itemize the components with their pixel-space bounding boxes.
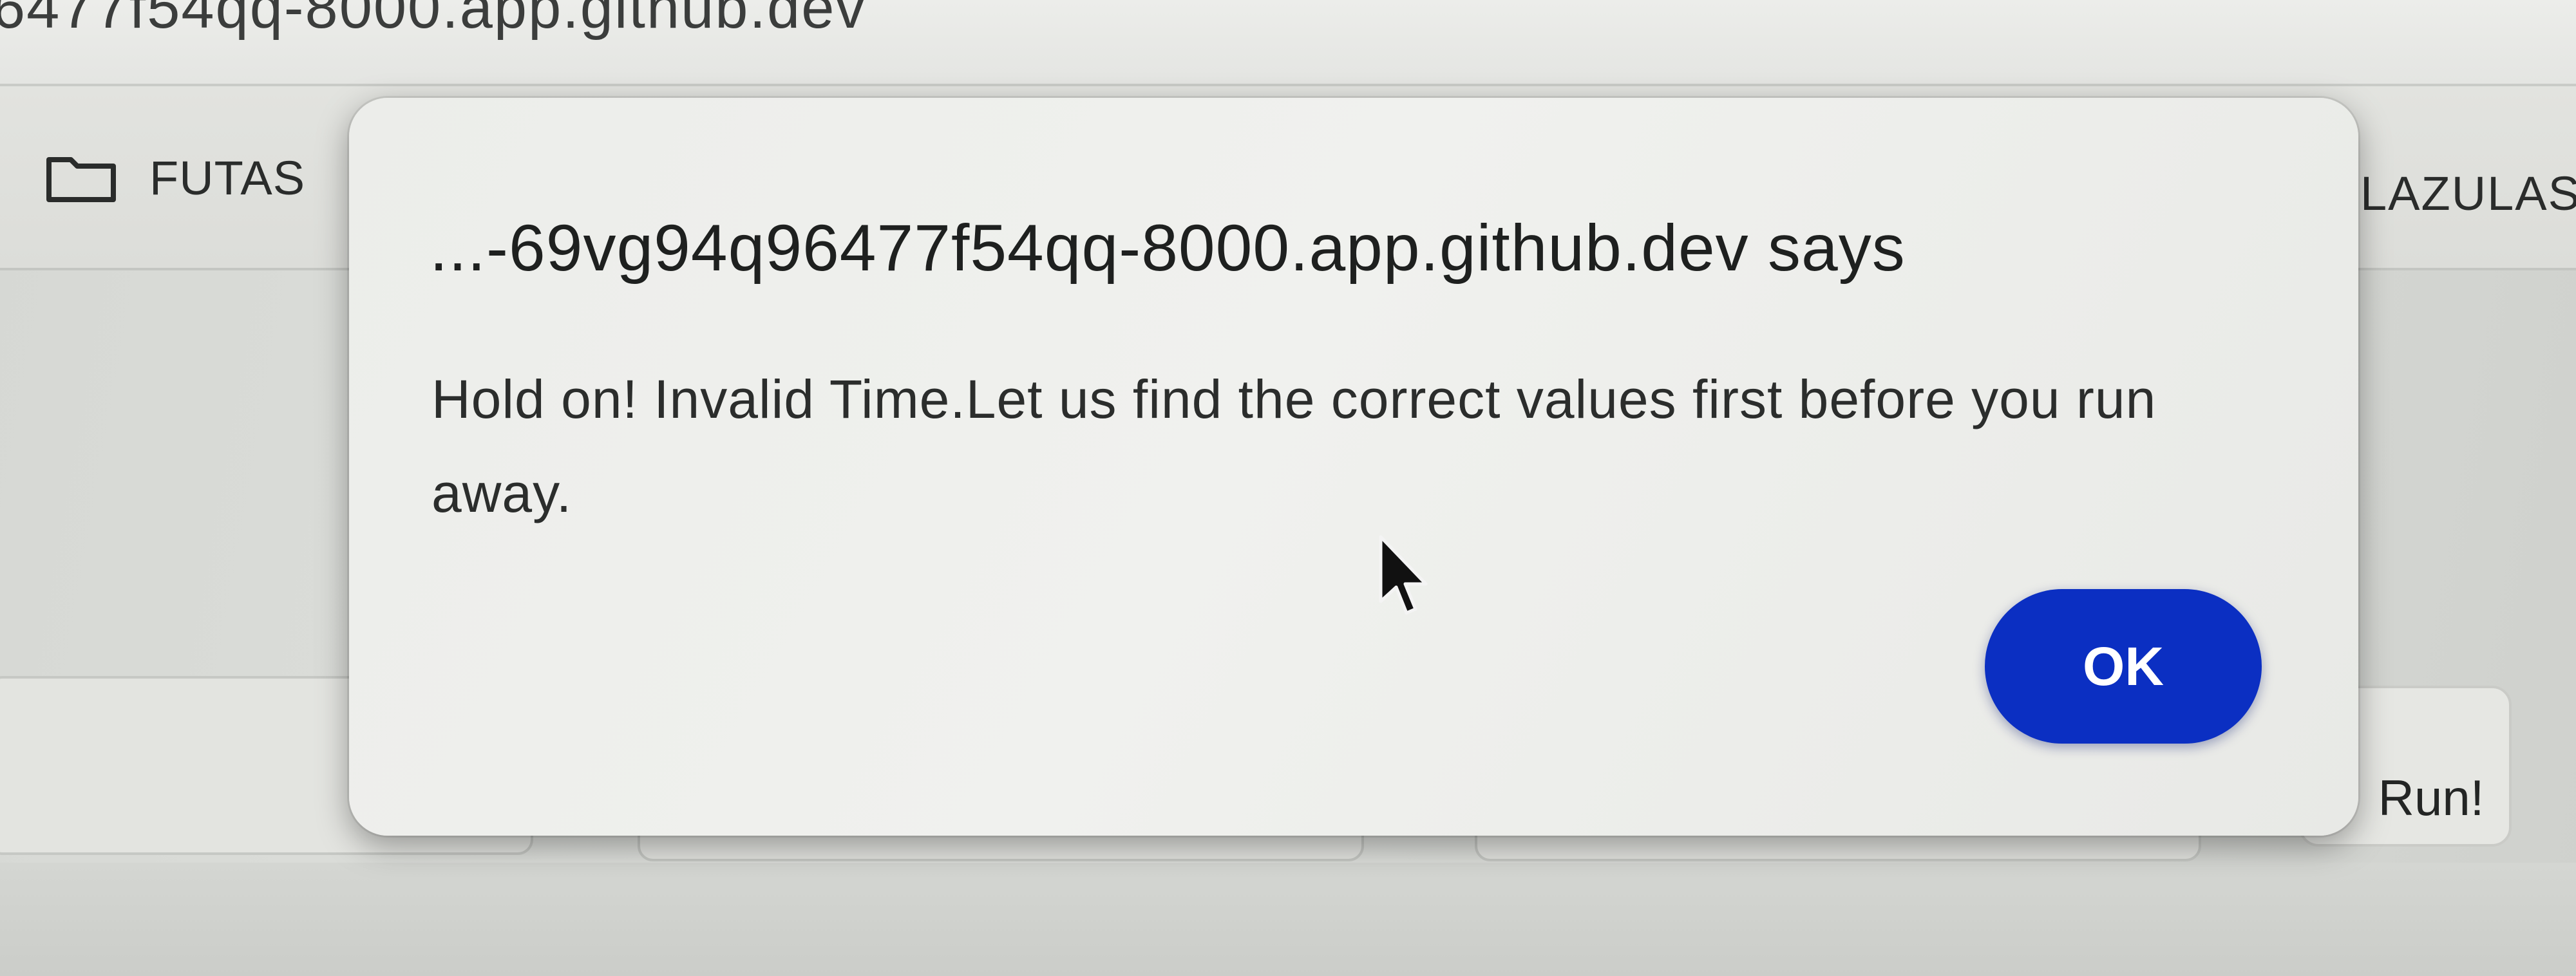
browser-window: 6477f54qq-8000.app.github.dev FUTAS LAZU… xyxy=(0,0,2576,976)
ok-button[interactable]: OK xyxy=(1985,589,2262,744)
address-bar[interactable]: 6477f54qq-8000.app.github.dev xyxy=(0,0,2576,86)
page-bottom-area xyxy=(0,863,2576,976)
folder-tab[interactable]: FUTAS xyxy=(45,151,305,205)
folder-tab-label: FUTAS xyxy=(149,151,306,205)
dialog-title: ...-69vg94q96477f54qq-8000.app.github.de… xyxy=(430,211,1906,285)
alert-dialog: ...-69vg94q96477f54qq-8000.app.github.de… xyxy=(349,98,2358,836)
url-text[interactable]: 6477f54qq-8000.app.github.dev xyxy=(0,0,866,42)
folder-icon xyxy=(46,156,116,202)
dialog-message: Hold on! Invalid Time.Let us find the co… xyxy=(431,369,2157,523)
right-tab-label[interactable]: LAZULAS xyxy=(2360,166,2576,221)
mouse-pointer-icon xyxy=(1379,535,1428,615)
